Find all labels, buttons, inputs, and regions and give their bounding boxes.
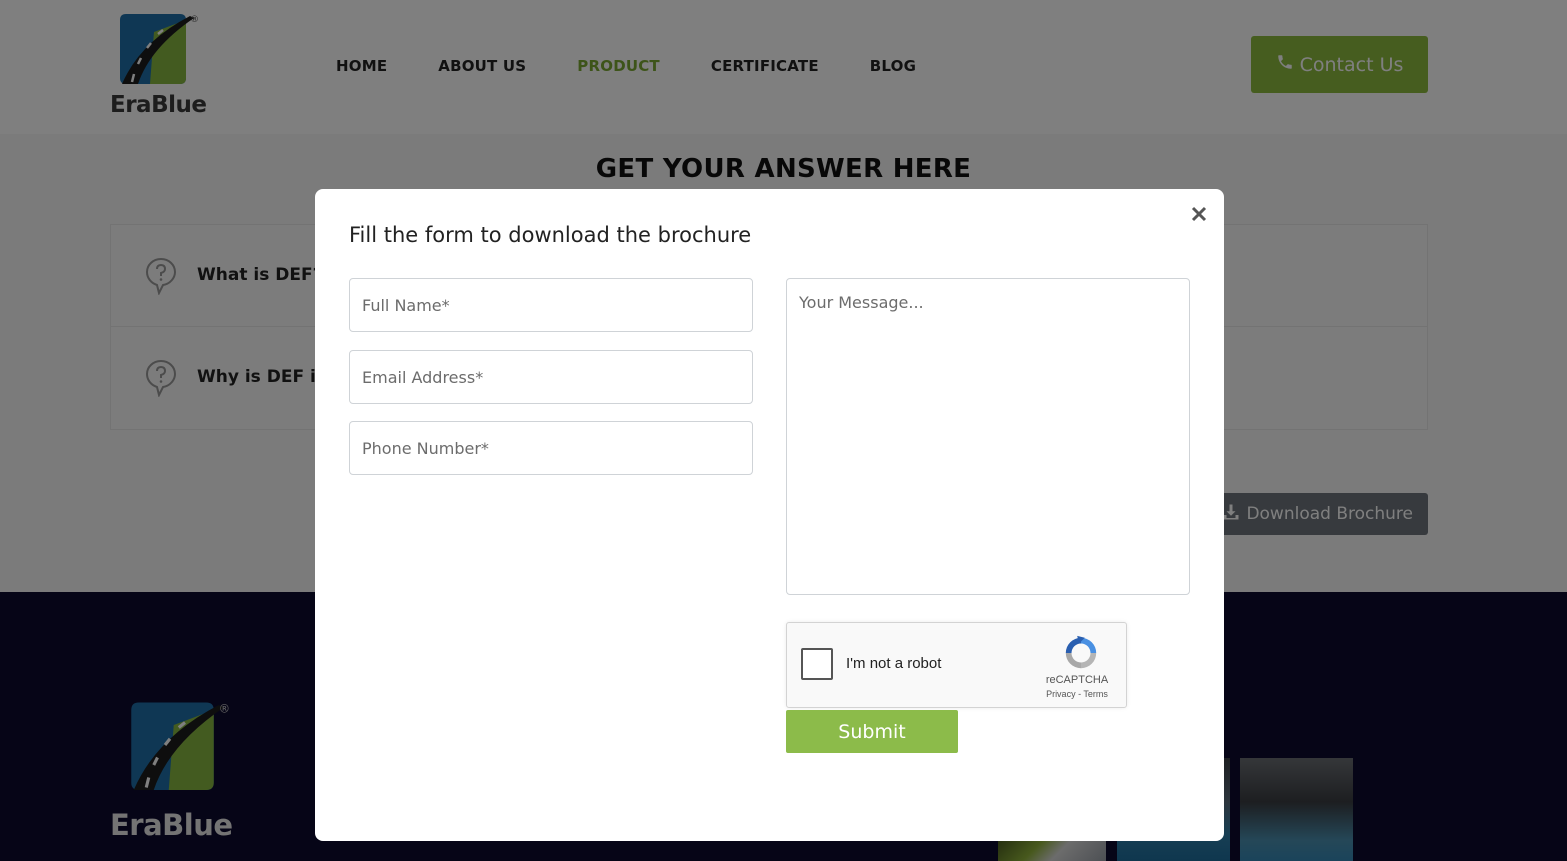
recaptcha-checkbox[interactable]	[801, 648, 833, 680]
close-icon[interactable]	[1188, 203, 1210, 225]
recaptcha-label: I'm not a robot	[846, 655, 942, 672]
phone-field[interactable]	[349, 421, 753, 475]
recaptcha-brand: reCAPTCHA	[1045, 674, 1109, 686]
modal-title: Fill the form to download the brochure	[349, 223, 752, 247]
brochure-form-modal: Fill the form to download the brochure I…	[315, 189, 1224, 841]
recaptcha-links: Privacy - Terms	[1027, 689, 1127, 699]
message-field[interactable]	[786, 278, 1190, 595]
recaptcha-logo-icon	[1065, 635, 1097, 669]
submit-button[interactable]: Submit	[786, 710, 958, 753]
full-name-field[interactable]	[349, 278, 753, 332]
recaptcha-widget: I'm not a robot reCAPTCHA Privacy - Term…	[786, 622, 1127, 708]
email-field[interactable]	[349, 350, 753, 404]
recaptcha-privacy-link[interactable]: Privacy	[1046, 689, 1076, 699]
recaptcha-terms-link[interactable]: Terms	[1083, 689, 1108, 699]
